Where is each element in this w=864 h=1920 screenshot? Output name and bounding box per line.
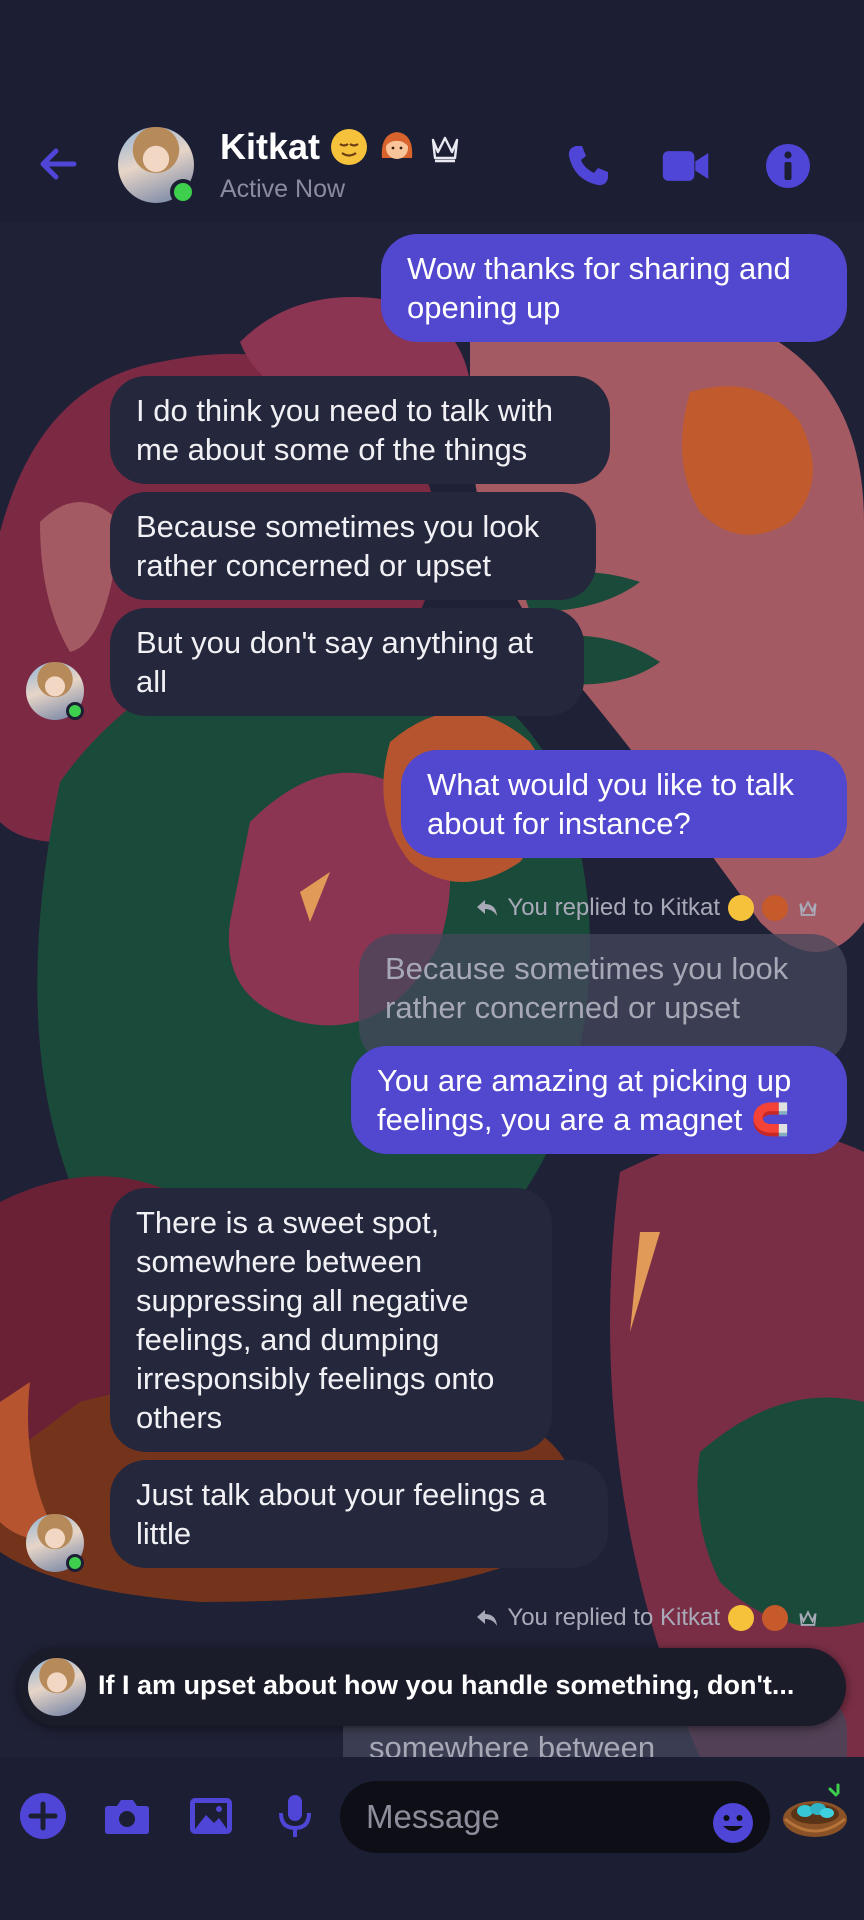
pinned-message-banner[interactable]: If I am upset about how you handle somet… — [18, 1648, 846, 1726]
incoming-message[interactable]: Just talk about your feelings a little — [110, 1460, 608, 1568]
video-camera-icon[interactable] — [660, 140, 712, 192]
incoming-message[interactable]: I do think you need to talk with me abou… — [110, 376, 610, 484]
outgoing-message[interactable]: You are amazing at picking up feelings, … — [351, 1046, 847, 1154]
sender-avatar[interactable] — [26, 662, 84, 720]
info-icon[interactable] — [762, 140, 814, 192]
woman-emoji-icon — [381, 132, 413, 159]
crown-icon — [431, 136, 459, 163]
active-status: Active Now — [220, 175, 346, 203]
online-indicator — [66, 702, 84, 720]
outgoing-message[interactable]: What would you like to talk about for in… — [401, 750, 847, 858]
back-arrow-icon[interactable] — [34, 140, 82, 188]
online-indicator — [170, 179, 196, 205]
crown-icon — [799, 900, 817, 916]
reply-arrow-icon — [477, 1610, 498, 1626]
avatar-image — [28, 1658, 86, 1716]
outgoing-message[interactable]: Wow thanks for sharing and opening up — [381, 234, 847, 342]
online-indicator — [66, 1554, 84, 1572]
relieved-face-emoji-icon — [331, 129, 368, 165]
reply-indicator: You replied to Kitkat — [475, 1604, 820, 1632]
crown-icon — [799, 1610, 817, 1626]
image-icon[interactable] — [186, 1791, 236, 1841]
reply-note-text: You replied to Kitkat — [507, 894, 720, 921]
emoji-icon[interactable] — [712, 1802, 754, 1844]
quoted-message[interactable]: Because sometimes you look rather concer… — [359, 934, 847, 1064]
pinned-message-text: If I am upset about how you handle somet… — [98, 1670, 795, 1700]
message-list[interactable]: Wow thanks for sharing and opening up I … — [0, 222, 864, 1757]
woman-emoji-icon — [762, 895, 788, 921]
incoming-message[interactable]: Because sometimes you look rather concer… — [110, 492, 596, 600]
halo-face-emoji-icon — [728, 1605, 754, 1631]
reply-arrow-icon — [477, 900, 498, 916]
plus-icon[interactable] — [18, 1791, 68, 1841]
contact-avatar[interactable] — [118, 127, 196, 205]
sender-avatar[interactable] — [26, 1514, 84, 1572]
message-input[interactable] — [340, 1781, 770, 1853]
contact-name: Kitkat — [220, 126, 321, 167]
microphone-icon[interactable] — [270, 1791, 320, 1841]
woman-emoji-icon — [762, 1605, 788, 1631]
message-composer — [0, 1757, 864, 1920]
halo-face-emoji-icon — [728, 895, 754, 921]
reply-indicator: You replied to Kitkat — [475, 894, 820, 922]
pinned-avatar — [28, 1658, 86, 1716]
nest-sticker-icon[interactable] — [780, 1781, 850, 1841]
phone-icon[interactable] — [562, 140, 614, 192]
contact-name-row[interactable]: Kitkat — [220, 126, 464, 168]
incoming-message[interactable]: But you don't say anything at all — [110, 608, 584, 716]
camera-icon[interactable] — [102, 1791, 152, 1841]
chat-header: Kitkat Active Now — [0, 0, 864, 222]
incoming-message[interactable]: There is a sweet spot, somewhere between… — [110, 1188, 552, 1452]
reply-note-text: You replied to Kitkat — [507, 1604, 720, 1631]
